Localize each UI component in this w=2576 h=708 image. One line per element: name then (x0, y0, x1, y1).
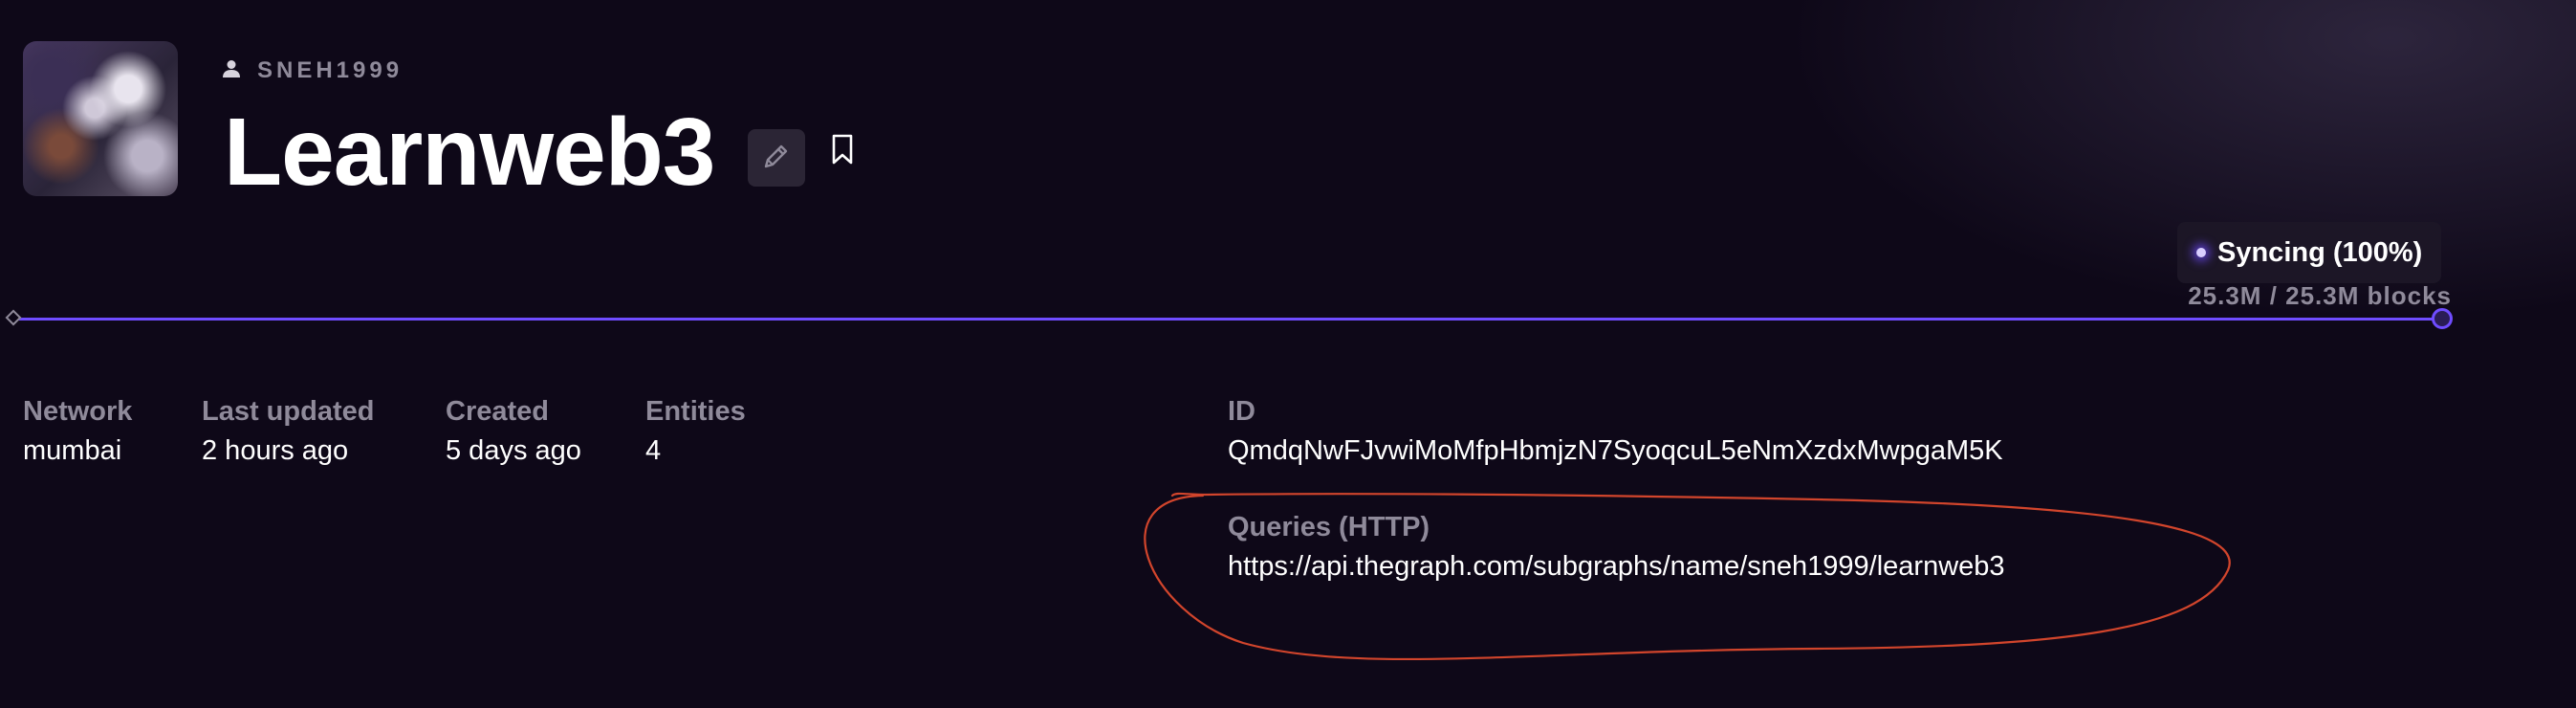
entities-label: Entities (645, 396, 746, 427)
sync-indicator-dot (2196, 248, 2206, 257)
sync-status-badge: Syncing (100%) (2177, 222, 2442, 283)
owner-name: SNEH1999 (257, 57, 404, 83)
network-value: mumbai (23, 435, 122, 466)
user-icon (223, 59, 240, 83)
subgraph-page: SNEH1999 Learnweb3 Syncing (100%) 25.3M … (0, 0, 2576, 708)
id-label: ID (1228, 396, 1255, 427)
subgraph-avatar (23, 41, 178, 196)
created-label: Created (446, 396, 549, 427)
network-label: Network (23, 396, 133, 427)
progress-end-marker (2432, 308, 2453, 329)
edit-button[interactable] (748, 129, 805, 187)
queries-http-label: Queries (HTTP) (1228, 512, 1430, 542)
bookmark-icon (831, 133, 854, 170)
page-title: Learnweb3 (224, 99, 715, 206)
created-value: 5 days ago (446, 435, 581, 466)
last-updated-value: 2 hours ago (202, 435, 349, 466)
sync-blocks-count: 25.3M / 25.3M blocks (2188, 281, 2452, 310)
queries-http-url[interactable]: https://api.thegraph.com/subgraphs/name/… (1228, 551, 2005, 583)
last-updated-label: Last updated (202, 396, 375, 427)
entities-value: 4 (645, 435, 662, 466)
owner-row[interactable]: SNEH1999 (223, 57, 403, 84)
pencil-icon (761, 141, 792, 176)
subgraph-id-value[interactable]: QmdqNwFJvwiMoMfpHbmjzN7SyoqcuL5eNmXzdxMw… (1228, 435, 2003, 467)
sync-progress-bar (13, 318, 2442, 321)
progress-start-marker (5, 309, 22, 326)
bookmark-button[interactable] (828, 132, 857, 170)
sync-status-text: Syncing (100%) (2217, 236, 2423, 268)
